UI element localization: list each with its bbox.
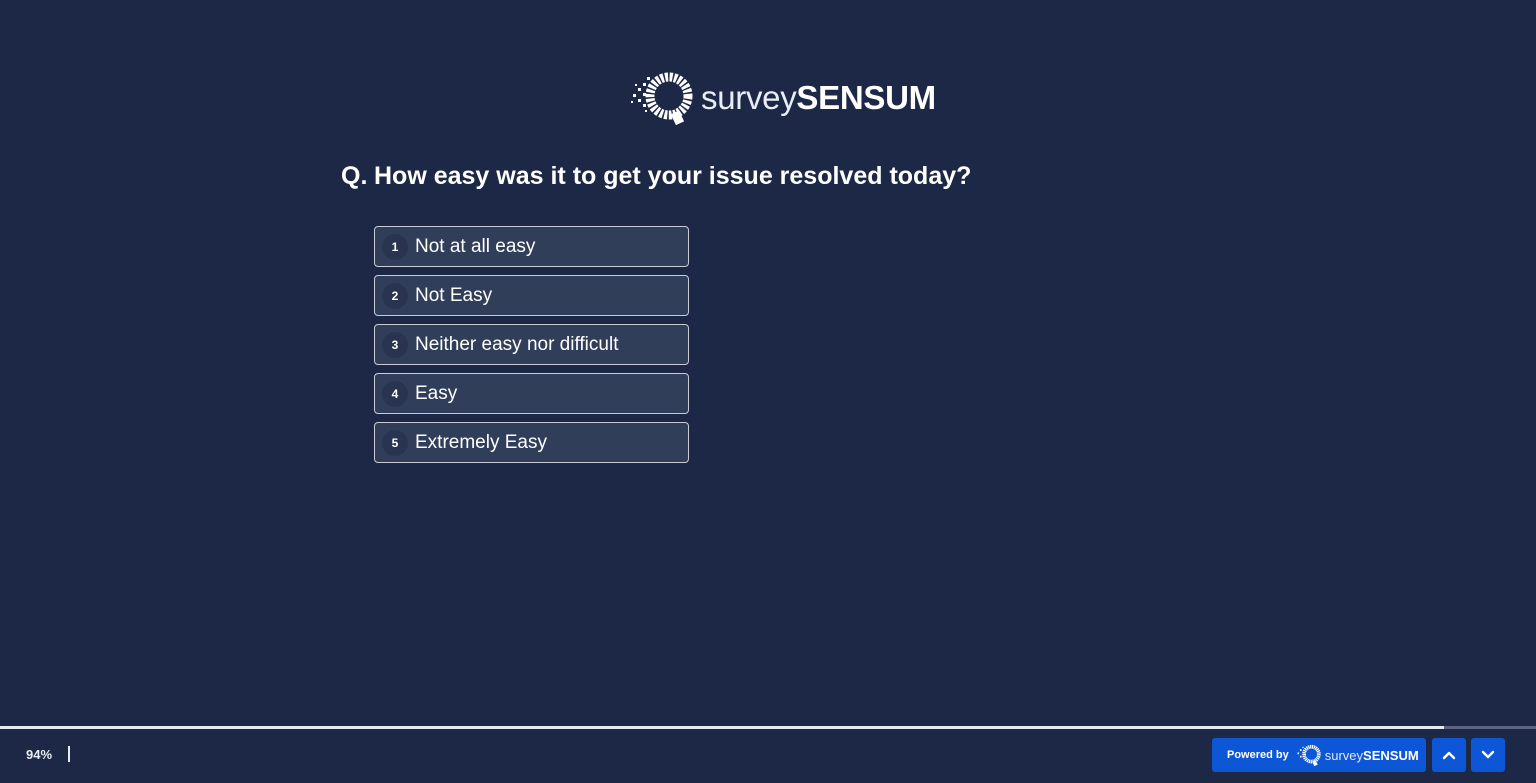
surveysensum-logo-icon (1297, 744, 1321, 767)
option-not-easy[interactable]: 2 Not Easy (374, 275, 689, 316)
brand-name-bold: SENSUM (796, 79, 936, 116)
question-title: Q. How easy was it to get your issue res… (341, 162, 971, 191)
answer-options: 1 Not at all easy 2 Not Easy 3 Neither e… (374, 226, 689, 471)
question-text: How easy was it to get your issue resolv… (374, 162, 972, 190)
option-label: Easy (415, 382, 458, 404)
option-label: Not at all easy (415, 235, 536, 257)
brand-wordmark: surveySENSUM (701, 79, 936, 117)
option-key-badge: 4 (382, 380, 408, 407)
chevron-down-icon (1481, 750, 1495, 759)
option-label: Neither easy nor difficult (415, 333, 619, 355)
option-neither-easy-nor-difficult[interactable]: 3 Neither easy nor difficult (374, 324, 689, 365)
option-key-badge: 3 (382, 331, 408, 358)
powered-by-label: Powered by (1227, 749, 1289, 761)
option-label: Extremely Easy (415, 431, 547, 453)
previous-question-button[interactable] (1432, 738, 1466, 772)
footer-divider (68, 746, 70, 762)
progress-bar-fill (0, 726, 1444, 729)
option-easy[interactable]: 4 Easy (374, 373, 689, 414)
option-key-badge: 2 (382, 282, 408, 309)
progress-bar (0, 726, 1536, 729)
powered-brand-light: survey (1324, 747, 1364, 763)
brand-logo: surveySENSUM (629, 68, 936, 128)
option-label: Not Easy (415, 284, 493, 306)
surveysensum-logo-icon (631, 72, 693, 126)
option-not-at-all-easy[interactable]: 1 Not at all easy (374, 226, 689, 267)
chevron-up-icon (1442, 751, 1456, 760)
powered-by-button[interactable]: Powered by surveySENSUM (1212, 738, 1426, 772)
option-extremely-easy[interactable]: 5 Extremely Easy (374, 422, 689, 463)
progress-percent: 94% (26, 747, 53, 762)
powered-brand-wordmark: surveySENSUM (1325, 748, 1419, 763)
option-key-badge: 1 (382, 233, 408, 260)
question-prefix: Q. (341, 162, 368, 190)
option-key-badge: 5 (382, 429, 408, 456)
next-question-button[interactable] (1471, 738, 1505, 772)
powered-brand-bold: SENSUM (1363, 747, 1419, 763)
brand-name-light: survey (701, 79, 797, 116)
